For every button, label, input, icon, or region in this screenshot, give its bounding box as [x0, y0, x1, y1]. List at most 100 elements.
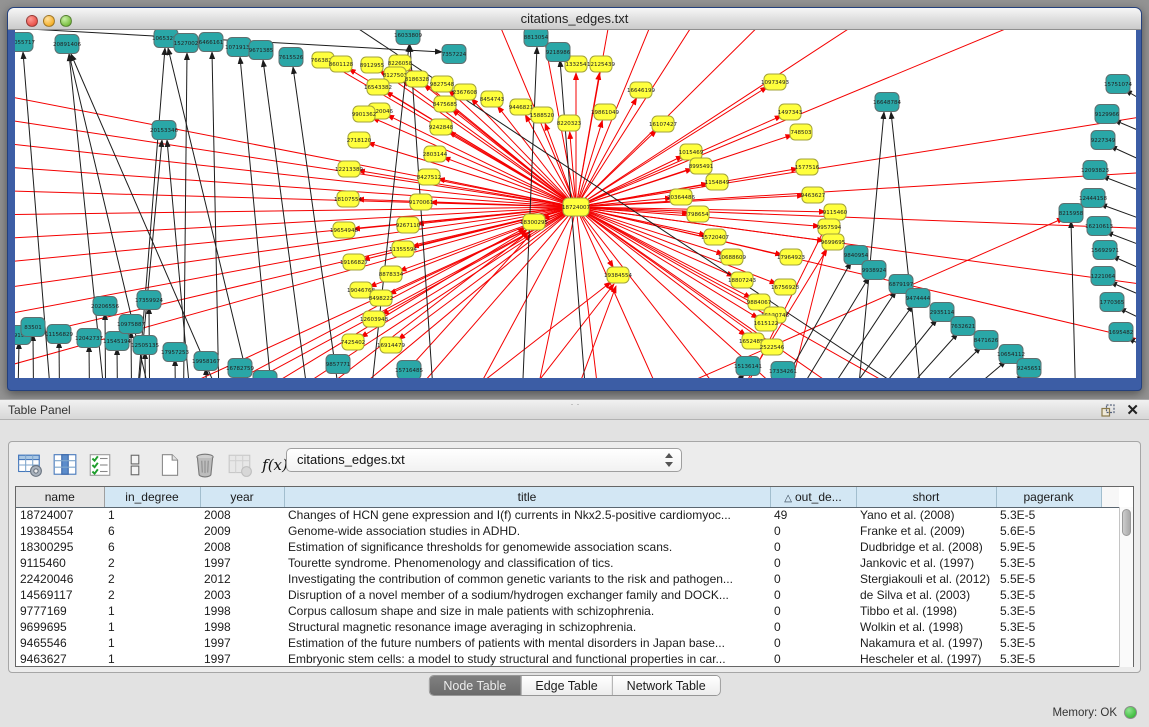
network-node[interactable]: 7357224 [442, 45, 467, 64]
table-cell[interactable]: Estimation of significance thresholds fo… [284, 539, 770, 555]
network-node[interactable]: 18107554 [334, 191, 362, 207]
function-builder-icon[interactable]: f(x) [262, 452, 288, 478]
column-header-short[interactable]: short [856, 487, 996, 507]
network-node[interactable]: 17334261 [769, 362, 797, 379]
table-cell[interactable]: Stergiakouli et al. (2012) [856, 571, 996, 587]
table-cell[interactable]: 1998 [200, 619, 284, 635]
network-node[interactable]: 12505135 [131, 336, 159, 355]
network-node[interactable]: 1497343 [778, 104, 803, 120]
table-row[interactable]: 946554611997Estimation of the future num… [16, 635, 1119, 651]
network-node[interactable]: 15716485 [395, 361, 423, 379]
network-node[interactable]: 16033809 [394, 30, 422, 45]
table-cell[interactable]: Structural magnetic resonance image aver… [284, 619, 770, 635]
table-cell[interactable]: 2 [104, 571, 200, 587]
table-cell[interactable]: 19384554 [16, 523, 104, 539]
table-row[interactable]: 1456911722003Disruption of a novel membe… [16, 587, 1119, 603]
table-cell[interactable]: 9777169 [16, 603, 104, 619]
table-settings-icon[interactable] [17, 452, 43, 478]
network-node[interactable]: 7425402 [341, 334, 366, 350]
network-node[interactable]: 1221064 [1091, 267, 1116, 286]
network-node[interactable]: 9242848 [429, 119, 454, 135]
network-node[interactable]: 8215958 [1059, 204, 1084, 223]
network-node[interactable]: 2935114 [930, 303, 955, 322]
network-node[interactable]: 12042737 [75, 329, 103, 348]
table-cell[interactable]: 9699695 [16, 619, 104, 635]
table-cell[interactable]: Tourette syndrome. Phenomenology and cla… [284, 555, 770, 571]
network-node[interactable]: 2803144 [423, 146, 448, 162]
table-cell[interactable]: 18724007 [16, 507, 104, 523]
table-cell[interactable]: Nakamura et al. (1997) [856, 635, 996, 651]
table-cell[interactable]: 0 [770, 603, 856, 619]
network-node[interactable]: 9474444 [906, 289, 931, 308]
network-node[interactable]: 10975887 [117, 315, 145, 334]
network-node[interactable]: 8186328 [405, 71, 430, 87]
table-cell[interactable]: 1 [104, 651, 200, 667]
table-scrollbar[interactable] [1119, 507, 1133, 667]
table-cell[interactable]: 5.3E-5 [996, 507, 1101, 523]
network-node[interactable]: 8475685 [433, 96, 458, 112]
network-node[interactable]: 9957594 [817, 219, 842, 235]
table-row[interactable]: 946362711997Embryonic stem cells: a mode… [16, 651, 1119, 667]
network-node[interactable]: 16543382 [364, 79, 392, 95]
network-node[interactable]: 16646199 [627, 82, 655, 98]
network-node[interactable]: 8912955 [360, 57, 385, 73]
network-node[interactable]: 11355594 [389, 241, 417, 257]
network-node[interactable]: 9671385 [249, 41, 274, 60]
table-cell[interactable]: Dudbridge et al. (2008) [856, 539, 996, 555]
network-node[interactable]: 18724007 [562, 198, 590, 216]
table-cell[interactable]: 9115460 [16, 555, 104, 571]
network-node[interactable]: 20153346 [150, 121, 178, 140]
table-row[interactable]: 969969511998Structural magnetic resonanc… [16, 619, 1119, 635]
table-cell[interactable]: 2008 [200, 507, 284, 523]
table-cell[interactable]: 0 [770, 635, 856, 651]
table-cell[interactable]: 1 [104, 507, 200, 523]
table-row[interactable]: 1872400712008Changes of HCN gene express… [16, 507, 1119, 523]
table-cell[interactable]: 5.3E-5 [996, 555, 1101, 571]
network-node[interactable]: 1577516 [795, 159, 820, 175]
table-cell[interactable]: Jankovic et al. (1997) [856, 555, 996, 571]
network-node[interactable]: 9115460 [823, 204, 848, 220]
network-node[interactable]: 12093823 [1081, 161, 1109, 180]
table-cell[interactable]: 2008 [200, 539, 284, 555]
network-node[interactable]: 748503 [790, 124, 812, 140]
network-node[interactable]: 9901362 [352, 106, 377, 122]
table-cell[interactable]: Franke et al. (2009) [856, 523, 996, 539]
table-cell[interactable]: 1997 [200, 555, 284, 571]
table-cell[interactable]: 1997 [200, 635, 284, 651]
table-cell[interactable]: 2009 [200, 523, 284, 539]
table-cell[interactable]: Genome-wide association studies in ADHD. [284, 523, 770, 539]
table-cell[interactable]: 18300295 [16, 539, 104, 555]
network-node[interactable]: 9446821 [509, 99, 534, 115]
table-cell[interactable]: Embryonic stem cells: a model to study s… [284, 651, 770, 667]
table-cell[interactable]: Disruption of a novel member of a sodium… [284, 587, 770, 603]
network-node[interactable]: 17957253 [161, 343, 189, 362]
network-node[interactable]: 14055717 [15, 33, 35, 52]
network-node[interactable]: 9699695 [821, 234, 846, 250]
network-node[interactable]: 11545194 [103, 332, 131, 351]
table-cell[interactable]: Hescheler et al. (1997) [856, 651, 996, 667]
close-panel-icon[interactable]: ✕ [1126, 401, 1139, 419]
network-node[interactable]: 8601128 [329, 56, 354, 72]
network-view-window[interactable]: citations_edges.txt 18724007766382286011… [7, 7, 1142, 391]
network-node[interactable]: 8471626 [974, 331, 999, 350]
table-row[interactable]: 911546021997Tourette syndrome. Phenomeno… [16, 555, 1119, 571]
network-node[interactable]: 1154849 [705, 174, 730, 190]
network-node[interactable]: 19166827 [340, 254, 368, 270]
network-node[interactable]: 9245651 [1017, 359, 1042, 378]
edit-columns-icon[interactable] [87, 452, 113, 478]
network-node[interactable]: 12125439 [587, 56, 615, 72]
network-node[interactable]: 16648784 [873, 93, 901, 112]
network-node[interactable]: 12603948 [360, 311, 388, 327]
table-cell[interactable]: 5.6E-5 [996, 523, 1101, 539]
table-scrollbar-thumb[interactable] [1122, 509, 1131, 536]
network-node[interactable]: 9129966 [1095, 105, 1120, 124]
network-node[interactable]: 7632621 [951, 317, 976, 336]
table-cell[interactable]: 1998 [200, 603, 284, 619]
table-selector-dropdown[interactable]: citations_edges.txt [286, 448, 682, 472]
table-cell[interactable]: 0 [770, 587, 856, 603]
network-node[interactable]: 2522546 [760, 339, 785, 355]
table-cell[interactable]: 0 [770, 523, 856, 539]
table-cell[interactable]: 2003 [200, 587, 284, 603]
table-cell[interactable]: 5.3E-5 [996, 651, 1101, 667]
network-node[interactable]: 9463627 [801, 187, 826, 203]
